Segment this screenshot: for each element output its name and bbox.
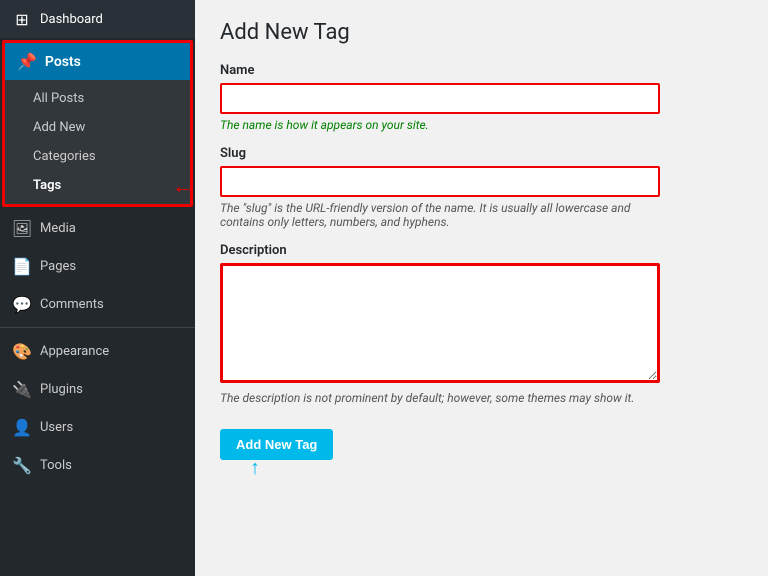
sidebar-item-pages[interactable]: 📄 Pages <box>0 247 195 285</box>
description-hint: The description is not prominent by defa… <box>220 391 660 405</box>
posts-submenu: All Posts Add New Categories Tags ← <box>5 80 190 204</box>
sidebar-label-media: Media <box>40 221 76 236</box>
slug-hint: The "slug" is the URL-friendly version o… <box>220 201 660 229</box>
slug-field: Slug The "slug" is the URL-friendly vers… <box>220 146 743 229</box>
sidebar-label-posts: Posts <box>45 54 81 70</box>
sidebar-label-users: Users <box>40 420 73 435</box>
sidebar-label-comments: Comments <box>40 297 104 312</box>
sidebar-label-pages: Pages <box>40 259 76 274</box>
categories-label: Categories <box>33 149 96 164</box>
tools-icon: 🔧 <box>12 455 32 475</box>
sidebar: ⊞ Dashboard 📌 Posts All Posts Add New Ca… <box>0 0 195 576</box>
page-title: Add New Tag <box>220 20 743 45</box>
posts-icon: 📌 <box>17 52 37 71</box>
plugins-icon: 🔌 <box>12 379 32 399</box>
sidebar-item-all-posts[interactable]: All Posts <box>5 84 190 113</box>
sidebar-item-add-new[interactable]: Add New <box>5 113 190 142</box>
comments-icon: 💬 <box>12 294 32 314</box>
sidebar-posts-section: 📌 Posts All Posts Add New Categories Tag… <box>2 40 193 207</box>
dashboard-icon: ⊞ <box>12 9 32 29</box>
all-posts-label: All Posts <box>33 91 84 106</box>
media-icon: 🖼 <box>12 218 32 238</box>
sidebar-label-tools: Tools <box>40 458 72 473</box>
sidebar-item-comments[interactable]: 💬 Comments <box>0 285 195 323</box>
button-arrow: ↑ <box>250 455 260 480</box>
name-input[interactable] <box>220 83 660 114</box>
tags-label: Tags <box>33 178 61 193</box>
sidebar-item-plugins[interactable]: 🔌 Plugins <box>0 370 195 408</box>
sidebar-item-dashboard[interactable]: ⊞ Dashboard <box>0 0 195 38</box>
add-tag-form: Name The name is how it appears on your … <box>220 63 743 460</box>
description-label: Description <box>220 243 743 258</box>
description-input[interactable] <box>220 263 660 383</box>
slug-input[interactable] <box>220 166 660 197</box>
description-field: Description The description is not promi… <box>220 243 743 405</box>
tags-arrow: ← <box>172 173 194 199</box>
users-icon: 👤 <box>12 417 32 437</box>
sidebar-item-media[interactable]: 🖼 Media <box>0 209 195 247</box>
name-hint: The name is how it appears on your site. <box>220 118 660 132</box>
sidebar-item-appearance[interactable]: 🎨 Appearance <box>0 332 195 370</box>
slug-label: Slug <box>220 146 743 161</box>
sidebar-item-posts[interactable]: 📌 Posts <box>5 43 190 80</box>
sidebar-item-tools[interactable]: 🔧 Tools <box>0 446 195 484</box>
name-field: Name The name is how it appears on your … <box>220 63 743 132</box>
pages-icon: 📄 <box>12 256 32 276</box>
sidebar-item-categories[interactable]: Categories <box>5 142 190 171</box>
name-label: Name <box>220 63 743 78</box>
sidebar-label-plugins: Plugins <box>40 382 83 397</box>
appearance-icon: 🎨 <box>12 341 32 361</box>
sidebar-item-users[interactable]: 👤 Users <box>0 408 195 446</box>
add-new-label: Add New <box>33 120 85 135</box>
submit-container: Add New Tag ↑ <box>220 419 333 460</box>
sidebar-item-tags[interactable]: Tags ← <box>5 171 190 200</box>
sidebar-label-appearance: Appearance <box>40 344 109 359</box>
main-content: Add New Tag Name The name is how it appe… <box>195 0 768 576</box>
sidebar-label-dashboard: Dashboard <box>40 12 103 27</box>
add-tag-button[interactable]: Add New Tag <box>220 429 333 460</box>
